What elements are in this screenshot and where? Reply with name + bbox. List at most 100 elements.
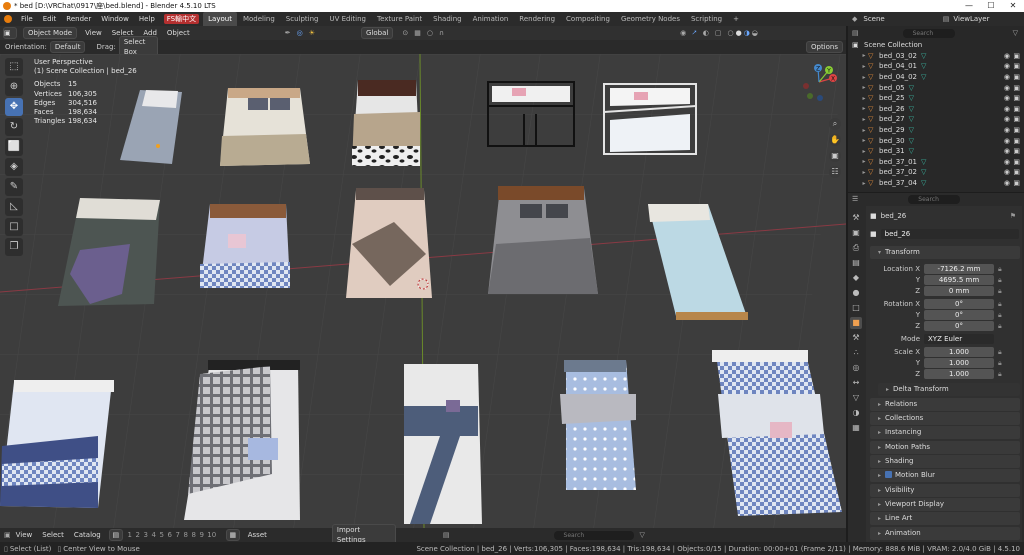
page-8b[interactable]: 8 bbox=[190, 531, 198, 539]
menu-catalog[interactable]: Catalog bbox=[69, 528, 106, 542]
tab-modeling[interactable]: Modeling bbox=[238, 12, 280, 26]
eyedropper-icon[interactable]: ✒ bbox=[285, 29, 291, 37]
eye-icon[interactable]: ◉ bbox=[1004, 62, 1010, 70]
tool-tab-icon[interactable]: ⚒ bbox=[850, 212, 862, 224]
shading-solid-icon[interactable]: ● bbox=[736, 29, 742, 37]
rotation-y-field[interactable]: 0° bbox=[924, 310, 994, 320]
maximize-button[interactable]: ☐ bbox=[980, 0, 1002, 12]
constraints-tab-icon[interactable]: ↔ bbox=[850, 377, 862, 389]
outliner-item[interactable]: ▸ ▽ bed_27 ▽ ◉ ▣ bbox=[848, 114, 1024, 125]
orientation-dropdown[interactable]: Default bbox=[49, 41, 86, 53]
render-camera-icon[interactable]: ▣ bbox=[1013, 115, 1020, 123]
outliner-item[interactable]: ▸ ▽ bed_30 ▽ ◉ ▣ bbox=[848, 135, 1024, 146]
menu-help[interactable]: Help bbox=[134, 12, 160, 26]
tab-uv-editing[interactable]: UV Editing bbox=[324, 12, 371, 26]
data-tab-icon[interactable]: ▽ bbox=[850, 392, 862, 404]
render-tab-icon[interactable]: ▣ bbox=[850, 227, 862, 239]
xray-icon[interactable]: ▢ bbox=[715, 29, 722, 37]
outliner-item[interactable]: ▸ ▽ bed_05 ▽ ◉ ▣ bbox=[848, 82, 1024, 93]
page-10[interactable]: 10 bbox=[206, 531, 218, 539]
add-cube-tool-icon[interactable]: □ bbox=[5, 218, 23, 236]
render-camera-icon[interactable]: ▣ bbox=[1013, 105, 1020, 113]
render-camera-icon[interactable]: ▣ bbox=[1013, 126, 1020, 134]
eye-icon[interactable]: ◉ bbox=[1004, 105, 1010, 113]
render-camera-icon[interactable]: ▣ bbox=[1013, 158, 1020, 166]
measure-tool-icon[interactable]: ◺ bbox=[5, 198, 23, 216]
render-camera-icon[interactable]: ▣ bbox=[1013, 147, 1020, 155]
render-camera-icon[interactable]: ▣ bbox=[1013, 137, 1020, 145]
outliner-item[interactable]: ▸ ▽ bed_26 ▽ ◉ ▣ bbox=[848, 104, 1024, 115]
menu-view[interactable]: View bbox=[80, 26, 107, 40]
viewlayer-selector[interactable]: ViewLayer bbox=[953, 15, 989, 23]
location-x-field[interactable]: -7126.2 mm bbox=[924, 264, 994, 274]
move-tool-icon[interactable]: ✥ bbox=[5, 98, 23, 116]
blender-menu-icon[interactable] bbox=[4, 15, 12, 23]
menu-view[interactable]: View bbox=[11, 528, 38, 542]
lock-icon[interactable]: 🔒︎ bbox=[998, 348, 1002, 357]
properties-editor-icon[interactable]: ☰ bbox=[852, 195, 858, 203]
outliner-item[interactable]: ▸ ▽ bed_37_04 ▽ ◉ ▣ bbox=[848, 178, 1024, 189]
rotation-x-field[interactable]: 0° bbox=[924, 299, 994, 309]
tab-layout[interactable]: Layout bbox=[203, 12, 237, 26]
minimize-button[interactable]: — bbox=[958, 0, 980, 12]
particles-tab-icon[interactable]: ∴ bbox=[850, 347, 862, 359]
outliner-item[interactable]: ▸ ▽ bed_04_02 ▽ ◉ ▣ bbox=[848, 72, 1024, 83]
annotate-tool-icon[interactable]: ✎ bbox=[5, 178, 23, 196]
transform-orientation-dropdown[interactable]: Global bbox=[360, 27, 394, 39]
asset-icon[interactable]: ▤ bbox=[443, 531, 450, 539]
shading-panel[interactable]: ▸ Shading bbox=[870, 455, 1020, 468]
outliner-item[interactable]: ▸ ▽ bed_25 ▽ ◉ ▣ bbox=[848, 93, 1024, 104]
render-camera-icon[interactable]: ▣ bbox=[1013, 62, 1020, 70]
viewport-display-panel[interactable]: ▸ Viewport Display bbox=[870, 498, 1020, 511]
light-icon[interactable]: ◎ bbox=[297, 29, 303, 37]
page-3[interactable]: 3 bbox=[142, 531, 150, 539]
page-2[interactable]: 2 bbox=[134, 531, 142, 539]
pivot-icon[interactable]: ⊙ bbox=[402, 29, 408, 37]
pan-icon[interactable]: ✋ bbox=[829, 134, 841, 146]
eye-icon[interactable]: ◉ bbox=[1004, 73, 1010, 81]
rotate-tool-icon[interactable]: ↻ bbox=[5, 118, 23, 136]
menu-asset[interactable]: Asset bbox=[243, 528, 272, 542]
location-z-field[interactable]: 0 mm bbox=[924, 286, 994, 296]
lock-icon[interactable]: 🔒︎ bbox=[998, 311, 1002, 320]
sun-icon[interactable]: ☀ bbox=[309, 29, 315, 37]
tab-texture-paint[interactable]: Texture Paint bbox=[372, 12, 427, 26]
eye-icon[interactable]: ◉ bbox=[1004, 94, 1010, 102]
render-camera-icon[interactable]: ▣ bbox=[1013, 84, 1020, 92]
object-type-icon[interactable]: ■ bbox=[870, 230, 877, 238]
world-tab-icon[interactable]: ● bbox=[850, 287, 862, 299]
shading-material-icon[interactable]: ◑ bbox=[744, 29, 750, 37]
editor-type-icon[interactable]: ▣ bbox=[4, 531, 11, 539]
proportional-edit-icon[interactable]: ○ bbox=[427, 29, 433, 37]
page-9[interactable]: 9 bbox=[198, 531, 206, 539]
rotation-mode-dropdown[interactable]: XYZ Euler bbox=[924, 334, 994, 344]
outliner-search-input[interactable]: Search bbox=[902, 28, 955, 38]
relations-panel[interactable]: ▸ Relations bbox=[870, 398, 1020, 411]
overlay-toggle-icon[interactable]: ◐ bbox=[703, 29, 709, 37]
grid-view-icon[interactable]: ☷ bbox=[829, 166, 841, 178]
visibility-icon[interactable]: ◉ bbox=[680, 29, 686, 37]
eye-icon[interactable]: ◉ bbox=[1004, 52, 1010, 60]
shading-wireframe-icon[interactable]: ○ bbox=[727, 29, 733, 37]
object-name-field[interactable]: bed_26 bbox=[880, 229, 1019, 239]
close-button[interactable]: ✕ bbox=[1002, 0, 1024, 12]
outliner-item[interactable]: ▸ ▽ bed_03_02 ▽ ◉ ▣ bbox=[848, 51, 1024, 62]
transform-panel-header[interactable]: ▾ Transform bbox=[870, 246, 1020, 259]
render-camera-icon[interactable]: ▣ bbox=[1013, 73, 1020, 81]
page-8[interactable]: 8 bbox=[182, 531, 190, 539]
navigation-gizmo[interactable]: X Y Z bbox=[796, 62, 842, 114]
eye-icon[interactable]: ◉ bbox=[1004, 137, 1010, 145]
page-4[interactable]: 4 bbox=[150, 531, 158, 539]
gizmo-toggle-icon[interactable]: ⭧ bbox=[692, 29, 697, 38]
add-workspace-button[interactable]: + bbox=[728, 12, 744, 26]
motion-blur-checkbox[interactable] bbox=[885, 471, 893, 478]
line-art-panel[interactable]: ▸ Line Art bbox=[870, 512, 1020, 525]
scene-selector[interactable]: Scene bbox=[863, 15, 884, 23]
collections-panel[interactable]: ▸ Collections bbox=[870, 412, 1020, 425]
page-6[interactable]: 6 bbox=[166, 531, 174, 539]
outliner-item[interactable]: ▸ ▽ bed_37_02 ▽ ◉ ▣ bbox=[848, 167, 1024, 178]
outliner-item[interactable]: ▸ ▽ bed_37_01 ▽ ◉ ▣ bbox=[848, 157, 1024, 168]
camera-view-icon[interactable]: ▣ bbox=[829, 150, 841, 162]
material-tab-icon[interactable]: ◑ bbox=[850, 407, 862, 419]
outliner-item[interactable]: ▸ ▽ bed_04_01 ▽ ◉ ▣ bbox=[848, 61, 1024, 72]
